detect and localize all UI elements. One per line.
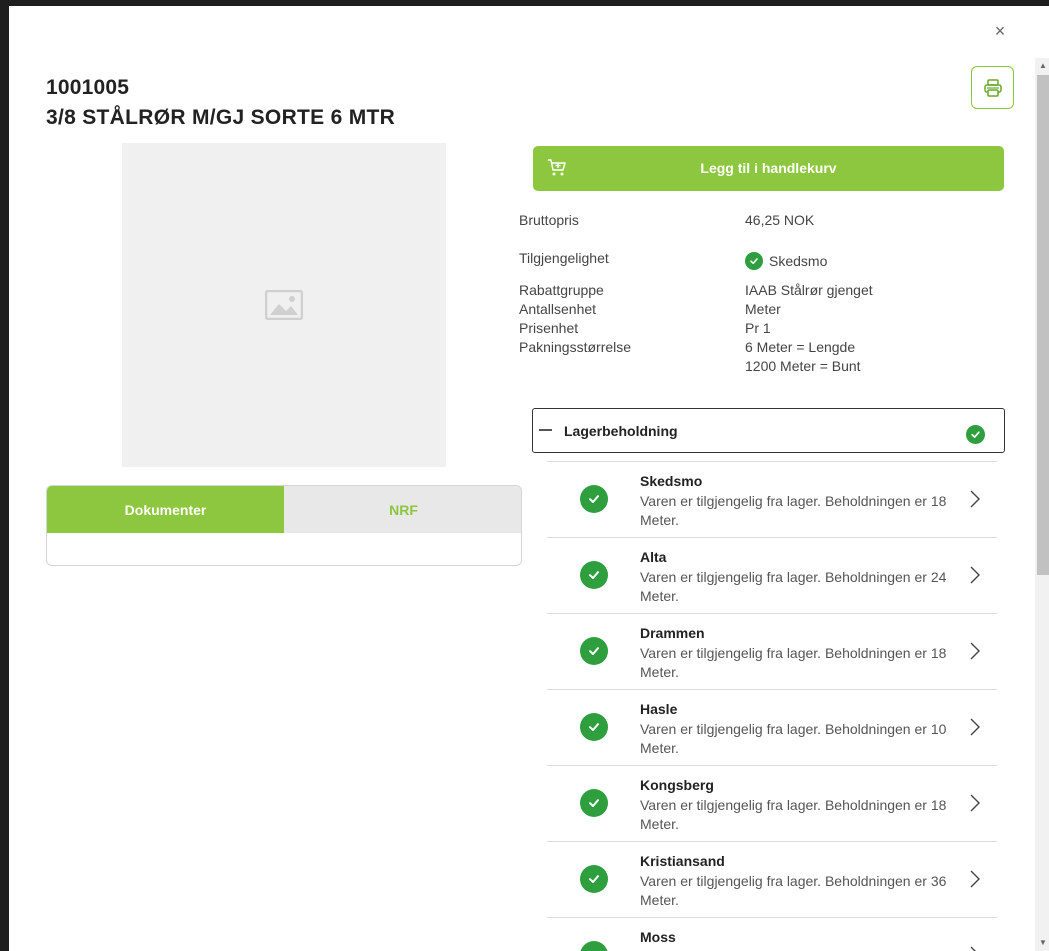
document-tabs: Dokumenter NRF <box>46 485 522 566</box>
product-name: 3/8 STÅLRØR M/GJ SORTE 6 MTR <box>46 106 396 129</box>
availability-value: Skedsmo <box>769 253 828 269</box>
stock-location-name: Hasle <box>640 701 678 717</box>
stock-row[interactable]: Skedsmo Varen er tilgjengelig fra lager.… <box>547 461 997 537</box>
chevron-right-icon <box>970 642 980 660</box>
stock-location-name: Drammen <box>640 625 705 641</box>
stock-location-text: Varen er tilgjengelig fra lager. Beholdn… <box>640 797 947 832</box>
chevron-right-icon <box>970 946 976 951</box>
stock-location-text: Varen er tilgjengelig fra lager. Beholdn… <box>640 721 947 756</box>
check-icon <box>580 561 608 589</box>
chevron-right-icon <box>970 870 980 888</box>
stock-row[interactable]: Moss <box>547 917 997 951</box>
antallsenhet-value: Meter <box>745 301 781 317</box>
scrollbar-thumb[interactable] <box>1037 75 1049 575</box>
stock-location-text: Varen er tilgjengelig fra lager. Beholdn… <box>640 493 947 528</box>
stock-list: Skedsmo Varen er tilgjengelig fra lager.… <box>547 461 997 951</box>
chevron-right-icon <box>970 718 980 736</box>
pakningsstorrelse-label: Pakningsstørrelse <box>519 339 632 355</box>
product-image <box>122 143 446 467</box>
chevron-right-icon <box>970 490 980 508</box>
stock-location-text: Varen er tilgjengelig fra lager. Beholdn… <box>640 645 947 680</box>
bruttopris-label: Bruttopris <box>519 212 579 228</box>
scroll-down-arrow-icon[interactable]: ▼ <box>1035 935 1049 951</box>
rabattgruppe-value: IAAB Stålrør gjenget <box>745 282 873 298</box>
check-icon <box>745 252 763 270</box>
stock-location-text: Varen er tilgjengelig fra lager. Beholdn… <box>640 569 947 604</box>
stock-location-text: Varen er tilgjengelig fra lager. Beholdn… <box>640 873 947 908</box>
stock-location-name: Kristiansand <box>640 853 725 869</box>
print-button[interactable] <box>971 66 1014 109</box>
chevron-right-icon <box>970 794 980 812</box>
stock-location-name: Skedsmo <box>640 473 703 489</box>
window-frame-left <box>0 0 9 951</box>
check-icon <box>580 941 608 951</box>
stock-accordion-title: Lagerbeholdning <box>564 423 678 439</box>
stock-location-name: Alta <box>640 549 667 565</box>
stock-row[interactable]: Alta Varen er tilgjengelig fra lager. Be… <box>547 537 997 613</box>
rabattgruppe-label: Rabattgruppe <box>519 282 604 298</box>
stock-accordion-header[interactable]: Lagerbeholdning <box>532 408 1005 453</box>
add-to-cart-label: Legg til i handlekurv <box>700 160 837 176</box>
antallsenhet-label: Antallsenhet <box>519 301 597 317</box>
pakningsstorrelse-value-2: 1200 Meter = Bunt <box>745 358 861 374</box>
stock-row[interactable]: Kongsberg Varen er tilgjengelig fra lage… <box>547 765 997 841</box>
product-id: 1001005 <box>46 76 130 99</box>
prisenhet-label: Prisenhet <box>519 320 579 336</box>
stock-row[interactable]: Drammen Varen er tilgjengelig fra lager.… <box>547 613 997 689</box>
stock-location-name: Kongsberg <box>640 777 714 793</box>
chevron-right-icon <box>970 566 980 584</box>
check-icon <box>580 789 608 817</box>
check-icon <box>580 637 608 665</box>
check-icon <box>966 425 985 444</box>
add-to-cart-button[interactable]: Legg til i handlekurv <box>533 146 1004 191</box>
close-icon[interactable]: × <box>988 20 1012 44</box>
stock-row[interactable]: Hasle Varen er tilgjengelig fra lager. B… <box>547 689 997 765</box>
check-icon <box>580 865 608 893</box>
modal-scrollbar[interactable]: ▲ ▼ <box>1035 58 1049 951</box>
pakningsstorrelse-value-1: 6 Meter = Lengde <box>745 339 856 355</box>
stock-location-name: Moss <box>640 929 676 945</box>
stock-row[interactable]: Kristiansand Varen er tilgjengelig fra l… <box>547 841 997 917</box>
print-icon <box>983 78 1002 97</box>
image-placeholder-icon <box>265 290 303 320</box>
availability-label: Tilgjengelighet <box>519 250 609 266</box>
product-modal: × 1001005 3/8 STÅLRØR M/GJ SORTE 6 MTR D… <box>9 6 1049 951</box>
check-icon <box>580 485 608 513</box>
scroll-up-arrow-icon[interactable]: ▲ <box>1035 58 1049 74</box>
check-icon <box>580 713 608 741</box>
prisenhet-value: Pr 1 <box>745 320 771 336</box>
collapse-icon <box>539 429 552 431</box>
tab-dokumenter[interactable]: Dokumenter <box>47 486 284 533</box>
bruttopris-value: 46,25 NOK <box>745 212 815 228</box>
tab-nrf[interactable]: NRF <box>284 486 521 533</box>
